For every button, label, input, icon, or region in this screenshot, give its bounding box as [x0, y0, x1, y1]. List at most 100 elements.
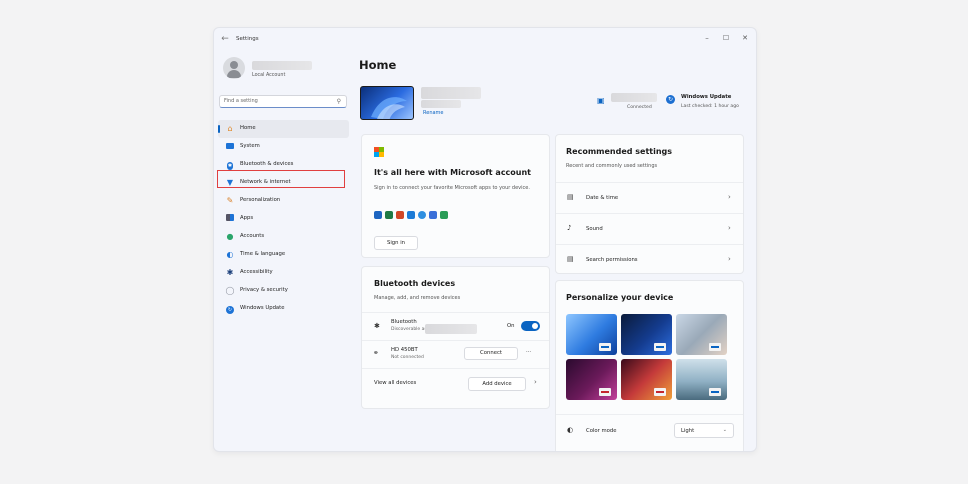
recommended-item-search-permissions[interactable]: ▤ Search permissions › [556, 244, 743, 276]
sidebar-item-label: Bluetooth & devices [240, 161, 294, 167]
bluetooth-label: Bluetooth [391, 319, 417, 325]
word-icon [429, 211, 437, 219]
color-mode-label: Color mode [586, 428, 617, 434]
wallpaper-theme-3[interactable] [676, 314, 727, 355]
wallpaper-theme-4[interactable] [566, 359, 617, 400]
sidebar-item-label: System [240, 143, 260, 149]
sidebar-item-home[interactable]: ⌂ Home [218, 120, 349, 138]
recommended-item-sound[interactable]: ♪ Sound › [556, 213, 743, 245]
personalize-card: Personalize your device ◐ Color mode Lig… [555, 280, 744, 451]
sidebar-item-label: Home [240, 125, 256, 131]
excel-icon [385, 211, 393, 219]
sidebar-item-accessibility[interactable]: ✱ Accessibility [218, 264, 349, 282]
account-type: Local Account [252, 73, 286, 78]
device-name-redacted [421, 87, 481, 99]
window-title: Settings [236, 36, 259, 42]
ms-app-icons [374, 211, 484, 220]
sidebar-item-personalization[interactable]: ✎ Personalization [218, 192, 349, 210]
wallpaper-theme-6[interactable] [676, 359, 727, 400]
page-title: Home [359, 58, 397, 72]
sidebar-nav: ⌂ Home System ✱ Bluetooth & devices ▼ Ne… [218, 120, 349, 318]
close-button[interactable]: ✕ [738, 32, 752, 44]
sidebar-item-system[interactable]: System [218, 138, 349, 156]
device-row: ⚭ HD 450BT Not connected Connect ··· [362, 340, 549, 368]
microsoft-logo-icon [374, 147, 384, 157]
bluetooth-state: On [507, 323, 515, 329]
bluetooth-icon: ✱ [227, 162, 233, 170]
bluetooth-card-description: Manage, add, and remove devices [374, 295, 461, 301]
powerpoint-icon [396, 211, 404, 219]
apps-icon [225, 214, 235, 224]
sidebar-item-label: Apps [240, 215, 254, 221]
wallpaper-theme-1[interactable] [566, 314, 617, 355]
rename-link[interactable]: Rename [423, 110, 444, 116]
color-mode-row: ◐ Color mode Light ⌄ [556, 414, 743, 447]
brush-icon: ✎ [226, 196, 234, 205]
chevron-right-icon: › [728, 193, 731, 201]
bluetooth-toggle-row: ✱ Bluetooth Discoverable as On [362, 312, 549, 340]
home-icon: ⌂ [227, 124, 233, 133]
recommended-title: Recommended settings [566, 147, 673, 156]
add-device-button[interactable]: Add device [468, 377, 526, 391]
ms-account-title: It's all here with Microsoft account [374, 168, 532, 177]
bluetooth-toggle[interactable] [521, 321, 540, 331]
sidebar-item-apps[interactable]: Apps [218, 210, 349, 228]
sidebar-item-windows-update[interactable]: ↻ Windows Update [218, 300, 349, 318]
color-mode-select[interactable]: Light ⌄ [674, 423, 734, 438]
connect-button[interactable]: Connect [464, 347, 518, 360]
chevron-right-icon[interactable]: › [534, 378, 537, 386]
device-wallpaper-thumbnail [360, 86, 414, 120]
sidebar-item-label: Accessibility [240, 269, 273, 275]
chevron-right-icon: › [728, 255, 731, 263]
sign-in-button[interactable]: Sign in [374, 236, 418, 250]
view-all-devices-label: View all devices [374, 380, 417, 386]
active-indicator [218, 125, 220, 133]
recommended-item-date-time[interactable]: ▤ Date & time › [556, 182, 743, 214]
network-name-redacted [611, 93, 657, 102]
chevron-right-icon: › [728, 224, 731, 232]
maximize-button[interactable]: ☐ [719, 32, 733, 44]
person-icon: ● [226, 232, 234, 241]
bluetooth-card: Bluetooth devices Manage, add, and remov… [361, 266, 550, 409]
update-icon: ↻ [226, 306, 234, 314]
ms-account-description: Sign in to connect your favorite Microso… [374, 185, 530, 191]
avatar[interactable] [223, 57, 245, 79]
onedrive-icon [418, 211, 426, 219]
recommended-item-label: Sound [586, 226, 603, 232]
family-safety-icon [440, 211, 448, 219]
title-bar: ← Settings – ☐ ✕ [214, 28, 756, 52]
network-status: Connected [627, 105, 652, 110]
defender-icon [407, 211, 415, 219]
sidebar-item-label: Accounts [240, 233, 265, 239]
sidebar-item-accounts[interactable]: ● Accounts [218, 228, 349, 246]
sidebar-item-time-language[interactable]: ◐ Time & language [218, 246, 349, 264]
color-mode-value: Light [681, 428, 695, 434]
windows-update-icon[interactable]: ↻ [666, 95, 675, 104]
recommended-item-label: Search permissions [586, 257, 638, 263]
view-all-devices-row[interactable]: View all devices Add device › [362, 368, 549, 399]
bluetooth-card-title: Bluetooth devices [374, 279, 456, 288]
recommended-item-label: Date & time [586, 195, 619, 201]
sidebar-item-privacy[interactable]: ◯ Privacy & security [218, 282, 349, 300]
windows-update-title[interactable]: Windows Update [681, 94, 731, 100]
wallpaper-theme-5[interactable] [621, 359, 672, 400]
sidebar-item-label: Privacy & security [240, 287, 288, 293]
search-permissions-icon: ▤ [567, 255, 574, 263]
device-model-redacted [421, 100, 461, 108]
more-options-button[interactable]: ··· [526, 349, 531, 355]
wallpaper-theme-2[interactable] [621, 314, 672, 355]
search-icon[interactable]: ⚲ [337, 98, 341, 105]
ms-account-card: It's all here with Microsoft account Sig… [361, 134, 550, 258]
search-input[interactable]: Find a setting ⚲ [219, 95, 347, 108]
monitor-icon [225, 142, 235, 152]
search-placeholder: Find a setting [224, 98, 258, 104]
outlook-icon [374, 211, 382, 219]
back-arrow-icon[interactable]: ← [220, 34, 230, 44]
bluetooth-discoverable: Discoverable as [391, 327, 427, 332]
minimize-button[interactable]: – [700, 32, 714, 44]
chevron-down-icon: ⌄ [722, 427, 727, 433]
sidebar-item-label: Personalization [240, 197, 281, 203]
profile-name-redacted [252, 61, 312, 70]
settings-window: ← Settings – ☐ ✕ Local Account Find a se… [213, 27, 757, 452]
sidebar-item-label: Windows Update [240, 305, 285, 311]
